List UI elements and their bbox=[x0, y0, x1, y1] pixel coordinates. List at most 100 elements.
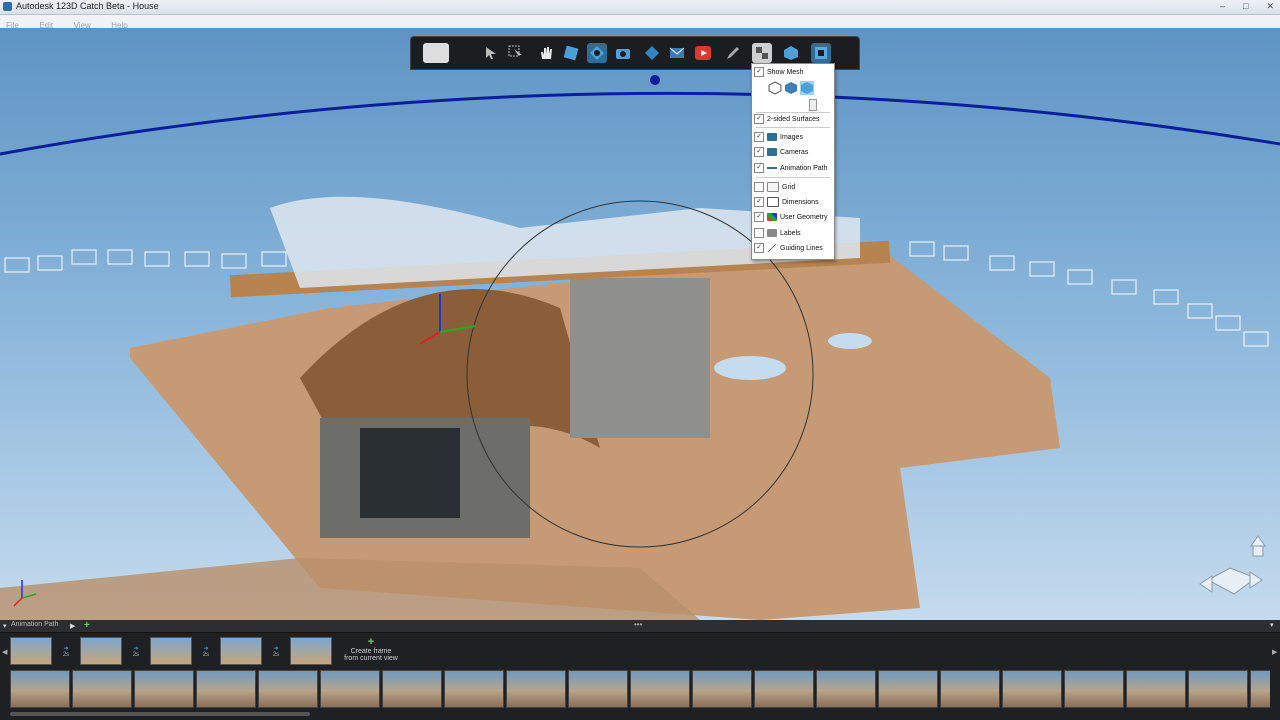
animation-path-label: Animation Path bbox=[11, 621, 59, 628]
photo-thumbnail[interactable] bbox=[1188, 670, 1248, 708]
panel-expand-icon[interactable]: ▾ bbox=[1270, 621, 1274, 629]
photo-thumbnail[interactable] bbox=[568, 670, 628, 708]
photo-thumbnail[interactable] bbox=[10, 670, 70, 708]
photo-thumbnail[interactable] bbox=[630, 670, 690, 708]
transition[interactable]: ➜ 2s bbox=[195, 638, 217, 664]
photo-thumbnail[interactable] bbox=[196, 670, 256, 708]
option-user-geometry[interactable]: ✓ User Geometry bbox=[754, 211, 827, 223]
create-frame-sublabel: from current view bbox=[344, 655, 398, 662]
minimize-button[interactable]: – bbox=[1220, 1, 1225, 12]
display-options-icon[interactable] bbox=[752, 43, 772, 63]
maximize-button[interactable]: □ bbox=[1243, 1, 1248, 12]
ground-foreground bbox=[0, 558, 700, 620]
keyframe-thumbnail[interactable] bbox=[220, 637, 262, 665]
plus-icon: + bbox=[367, 636, 375, 648]
keyframe-thumbnail[interactable] bbox=[80, 637, 122, 665]
scene-render bbox=[0, 75, 1280, 620]
view-navigation-icon[interactable] bbox=[1199, 535, 1266, 595]
option-cameras[interactable]: ✓ Cameras bbox=[754, 146, 808, 158]
panel-resize-handle[interactable]: ••• bbox=[634, 620, 642, 629]
photo-thumbnail[interactable] bbox=[1250, 670, 1270, 708]
select-icon[interactable] bbox=[481, 43, 501, 63]
photo-thumbnail[interactable] bbox=[816, 670, 876, 708]
photo-thumbnail[interactable] bbox=[506, 670, 566, 708]
option-labels[interactable]: Labels bbox=[754, 227, 801, 239]
animation-path-label: Animation Path bbox=[780, 164, 828, 172]
dimensions-label: Dimensions bbox=[782, 198, 819, 206]
window-titlebar: Autodesk 123D Catch Beta - House – □ ✕ bbox=[0, 0, 1280, 15]
user-geometry-label: User Geometry bbox=[780, 213, 828, 221]
create-frame-button[interactable]: + Create frame from current view bbox=[336, 636, 406, 662]
camera-icon[interactable] bbox=[423, 43, 449, 63]
two-sided-checkbox[interactable]: ✓ bbox=[754, 114, 764, 124]
labels-label: Labels bbox=[780, 229, 801, 237]
zoom-icon[interactable] bbox=[561, 43, 581, 63]
photo-thumbnail[interactable] bbox=[1126, 670, 1186, 708]
keyframe-thumbnail[interactable] bbox=[290, 637, 332, 665]
select-region-icon[interactable] bbox=[506, 43, 526, 63]
images-checkbox[interactable]: ✓ bbox=[754, 132, 764, 142]
option-grid[interactable]: Grid bbox=[754, 181, 795, 193]
photo-thumbnail[interactable] bbox=[692, 670, 752, 708]
photo-strip-scrollbar[interactable] bbox=[10, 712, 310, 716]
photo-thumbnail[interactable] bbox=[940, 670, 1000, 708]
photo-thumbnail[interactable] bbox=[1064, 670, 1124, 708]
option-dimensions[interactable]: ✓ Dimensions bbox=[754, 196, 819, 208]
orbit-icon[interactable] bbox=[587, 43, 607, 63]
animation-path-checkbox[interactable]: ✓ bbox=[754, 163, 764, 173]
close-button[interactable]: ✕ bbox=[1266, 1, 1274, 12]
measure-icon[interactable] bbox=[642, 43, 662, 63]
transition[interactable]: ➜ 2s bbox=[265, 638, 287, 664]
display-options-menu: ✓ Show Mesh ✓ 2-sided Surfaces ✓ Images … bbox=[751, 63, 835, 260]
mesh-cube-icon[interactable] bbox=[781, 43, 801, 63]
cameras-label: Cameras bbox=[780, 148, 809, 156]
path-keyframe-dot[interactable] bbox=[650, 75, 660, 85]
show-mesh-label: Show Mesh bbox=[767, 68, 804, 76]
photo-thumbnail[interactable] bbox=[1002, 670, 1062, 708]
photo-thumbnail[interactable] bbox=[878, 670, 938, 708]
add-frame-icon[interactable]: + bbox=[84, 620, 90, 631]
transition-arrow-icon: ➜ bbox=[203, 645, 209, 652]
shaded-cube-icon[interactable] bbox=[784, 81, 798, 97]
show-mesh-option[interactable]: ✓ Show Mesh bbox=[754, 66, 804, 78]
guiding-lines-checkbox[interactable]: ✓ bbox=[754, 243, 764, 253]
photo-thumbnail[interactable] bbox=[382, 670, 442, 708]
keyframe-thumbnail[interactable] bbox=[150, 637, 192, 665]
photo-thumbnail[interactable] bbox=[444, 670, 504, 708]
cameras-checkbox[interactable]: ✓ bbox=[754, 147, 764, 157]
3d-viewport[interactable] bbox=[0, 28, 1280, 620]
show-mesh-checkbox[interactable]: ✓ bbox=[754, 67, 764, 77]
scroll-right-icon[interactable]: ▶ bbox=[1272, 648, 1277, 656]
two-sided-surfaces-option[interactable]: ✓ 2-sided Surfaces bbox=[754, 113, 820, 125]
scroll-left-icon[interactable]: ◀ bbox=[2, 648, 7, 656]
labels-icon bbox=[767, 229, 777, 237]
photo-thumbnail[interactable] bbox=[258, 670, 318, 708]
transition[interactable]: ➜ 2s bbox=[125, 638, 147, 664]
play-icon[interactable]: ▶ bbox=[70, 622, 75, 630]
dimensions-checkbox[interactable]: ✓ bbox=[754, 197, 764, 207]
window-controls: – □ ✕ bbox=[1220, 1, 1274, 12]
pan-hand-icon[interactable] bbox=[536, 43, 556, 63]
camera-view-icon[interactable] bbox=[613, 43, 633, 63]
option-animation-path[interactable]: ✓ Animation Path bbox=[754, 162, 827, 174]
keyframe-thumbnail[interactable] bbox=[10, 637, 52, 665]
photo-thumbnail[interactable] bbox=[320, 670, 380, 708]
grid-checkbox[interactable] bbox=[754, 182, 764, 192]
edit-pencil-icon[interactable] bbox=[723, 43, 743, 63]
textured-cube-icon[interactable] bbox=[800, 81, 814, 97]
email-icon[interactable] bbox=[667, 43, 687, 63]
export-icon[interactable] bbox=[811, 43, 831, 63]
youtube-icon[interactable] bbox=[693, 43, 713, 63]
labels-checkbox[interactable] bbox=[754, 228, 764, 238]
photo-thumbnail[interactable] bbox=[134, 670, 194, 708]
transition[interactable]: ➜ 2s bbox=[55, 638, 77, 664]
option-images[interactable]: ✓ Images bbox=[754, 131, 803, 143]
collapse-arrow-icon[interactable]: ▾ bbox=[3, 622, 7, 630]
option-guiding-lines[interactable]: ✓ Guiding Lines bbox=[754, 242, 823, 254]
wireframe-cube-icon[interactable] bbox=[768, 81, 782, 97]
photo-thumbnail[interactable] bbox=[754, 670, 814, 708]
mesh-opacity-slider[interactable] bbox=[809, 99, 817, 111]
photo-thumbnail[interactable] bbox=[72, 670, 132, 708]
user-geometry-checkbox[interactable]: ✓ bbox=[754, 212, 764, 222]
guiding-lines-label: Guiding Lines bbox=[780, 244, 823, 252]
